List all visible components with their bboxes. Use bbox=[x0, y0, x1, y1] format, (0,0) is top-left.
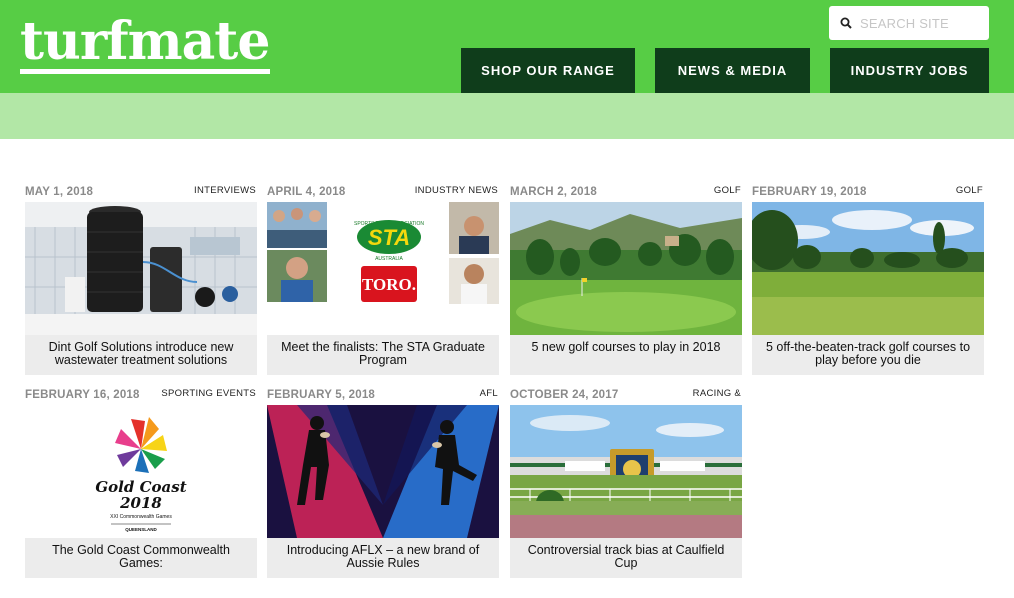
article-category[interactable]: INTERVIEWS bbox=[194, 185, 256, 196]
article-meta: MAY 1, 2018 INTERVIEWS bbox=[25, 183, 257, 202]
article-meta: MARCH 2, 2018 GOLF bbox=[510, 183, 742, 202]
article-meta: OCTOBER 24, 2017 RACING & bbox=[510, 386, 742, 405]
logo-underline bbox=[20, 69, 270, 74]
article-card[interactable]: APRIL 4, 2018 INDUSTRY NEWS SPORTS TURF … bbox=[267, 183, 499, 375]
logo-text-line2: 2018 bbox=[119, 494, 162, 512]
golf-course-image[interactable] bbox=[510, 202, 742, 335]
article-category[interactable]: GOLF bbox=[956, 185, 983, 196]
article-title[interactable]: Dint Golf Solutions introduce new wastew… bbox=[25, 335, 257, 375]
nav-news-media[interactable]: NEWS & MEDIA bbox=[655, 48, 810, 93]
gold-coast-2018-logo-image[interactable]: Gold Coast 2018 XXI Commonwealth Games Q… bbox=[25, 405, 257, 538]
article-category[interactable]: RACING & bbox=[693, 388, 741, 399]
article-date: FEBRUARY 5, 2018 bbox=[267, 389, 376, 401]
article-date: MAY 1, 2018 bbox=[25, 186, 94, 198]
article-card[interactable]: MAY 1, 2018 INTERVIEWS Dint Golf Solutio… bbox=[25, 183, 257, 375]
article-category[interactable]: AFL bbox=[480, 388, 498, 399]
logo-text-line3: XXI Commonwealth Games bbox=[110, 514, 172, 520]
article-date: APRIL 4, 2018 bbox=[267, 186, 346, 198]
nav-shop-our-range[interactable]: SHOP OUR RANGE bbox=[461, 48, 635, 93]
site-header: turfmate SHOP OUR RANGE NEWS & MEDIA IND… bbox=[0, 0, 1014, 93]
article-date: FEBRUARY 16, 2018 bbox=[25, 389, 140, 401]
sta-country-text: AUSTRALIA bbox=[375, 256, 403, 262]
article-meta: FEBRUARY 5, 2018 AFL bbox=[267, 386, 499, 405]
search-input[interactable] bbox=[860, 15, 978, 31]
article-card[interactable]: MARCH 2, 2018 GOLF 5 new golf courses to… bbox=[510, 183, 742, 375]
toro-logo-text: TORO. bbox=[362, 275, 416, 294]
sta-finalists-image[interactable]: SPORTS TURF ASSOCIATION STA AUSTRALIA TO… bbox=[267, 202, 499, 335]
article-category[interactable]: SPORTING EVENTS bbox=[161, 388, 256, 399]
article-title[interactable]: 5 off-the-beaten-track golf courses to p… bbox=[752, 335, 984, 375]
article-title[interactable]: Meet the finalists: The STA Graduate Pro… bbox=[267, 335, 499, 375]
article-category[interactable]: INDUSTRY NEWS bbox=[415, 185, 498, 196]
search-icon[interactable] bbox=[840, 17, 852, 29]
article-card[interactable]: OCTOBER 24, 2017 RACING & Controversial … bbox=[510, 386, 742, 578]
article-card[interactable]: FEBRUARY 16, 2018 SPORTING EVENTS Gold C… bbox=[25, 386, 257, 578]
sta-logo-text: STA bbox=[368, 225, 410, 250]
nav-industry-jobs[interactable]: INDUSTRY JOBS bbox=[830, 48, 989, 93]
article-meta: FEBRUARY 16, 2018 SPORTING EVENTS bbox=[25, 386, 257, 405]
article-title[interactable]: Controversial track bias at Caulfield Cu… bbox=[510, 538, 742, 578]
article-card[interactable]: FEBRUARY 19, 2018 GOLF 5 off-the-beaten-… bbox=[752, 183, 984, 375]
article-title[interactable]: 5 new golf courses to play in 2018 bbox=[510, 335, 742, 375]
caulfield-racecourse-image[interactable] bbox=[510, 405, 742, 538]
turfmate-logo[interactable]: turfmate bbox=[20, 14, 270, 70]
article-category[interactable]: GOLF bbox=[714, 185, 741, 196]
article-date: FEBRUARY 19, 2018 bbox=[752, 186, 867, 198]
article-meta: APRIL 4, 2018 INDUSTRY NEWS bbox=[267, 183, 499, 202]
aflx-image[interactable] bbox=[267, 405, 499, 538]
water-treatment-image[interactable] bbox=[25, 202, 257, 335]
article-date: MARCH 2, 2018 bbox=[510, 186, 597, 198]
logo-text-line4: QUEENSLAND bbox=[125, 527, 157, 532]
article-title[interactable]: Introducing AFLX – a new brand of Aussie… bbox=[267, 538, 499, 578]
sub-navigation-bar bbox=[0, 93, 1014, 139]
article-date: OCTOBER 24, 2017 bbox=[510, 389, 619, 401]
article-card[interactable]: FEBRUARY 5, 2018 AFL Introducing AFLX – … bbox=[267, 386, 499, 578]
article-title[interactable]: The Gold Coast Commonwealth Games: bbox=[25, 538, 257, 578]
golf-fairway-image[interactable] bbox=[752, 202, 984, 335]
article-meta: FEBRUARY 19, 2018 GOLF bbox=[752, 183, 984, 202]
search-box[interactable] bbox=[829, 6, 989, 40]
